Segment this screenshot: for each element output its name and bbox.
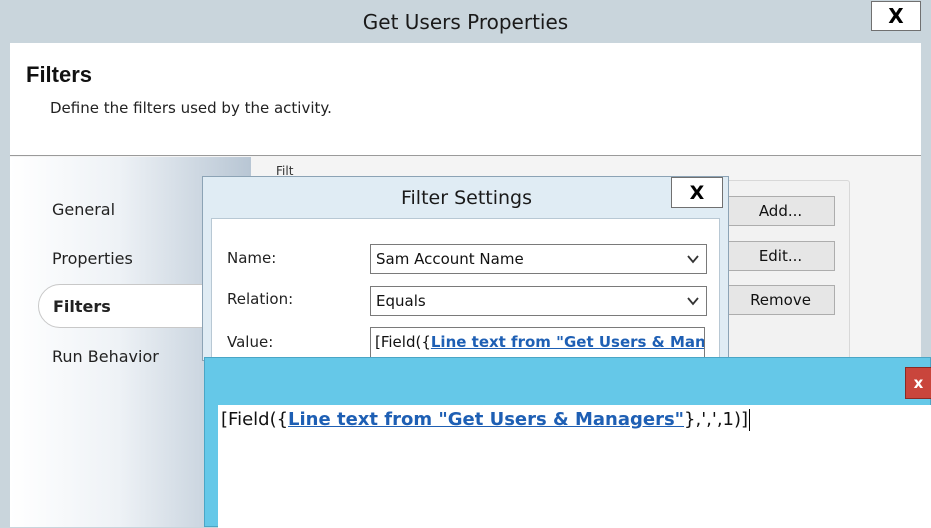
filter-settings-close-button[interactable]: X <box>671 177 723 208</box>
value-field-link[interactable]: Line text from "Get Users & Man <box>431 333 704 351</box>
main-window-title: Get Users Properties <box>362 10 569 34</box>
sidebar-item-general[interactable]: General <box>52 200 115 219</box>
main-window-close-button[interactable]: X <box>871 1 921 31</box>
relation-dropdown-value: Equals <box>376 292 426 310</box>
expression-editor-close-button[interactable]: x <box>905 367 931 399</box>
value-field-prefix: [Field({ <box>375 333 431 351</box>
main-window-titlebar: Get Users Properties X <box>0 0 931 43</box>
value-label: Value: <box>227 333 274 351</box>
value-field[interactable]: [Field({Line text from "Get Users & Man <box>370 327 705 357</box>
relation-dropdown[interactable]: Equals <box>370 286 707 316</box>
expression-field-link[interactable]: Line text from "Get Users & Managers" <box>288 409 684 430</box>
chevron-down-icon <box>687 297 699 306</box>
page-title: Filters <box>26 62 93 87</box>
page-header: Filters Define the filters used by the a… <box>10 43 921 156</box>
sidebar-item-run-behavior[interactable]: Run Behavior <box>52 347 159 366</box>
name-label: Name: <box>227 249 277 267</box>
expression-editor-window: x [Field({Line text from "Get Users & Ma… <box>204 357 931 528</box>
remove-button[interactable]: Remove <box>726 285 835 315</box>
expression-prefix: [Field({ <box>221 409 289 430</box>
chevron-down-icon <box>687 255 699 264</box>
text-caret <box>749 409 751 431</box>
expression-editor-textarea[interactable]: [Field({Line text from "Get Users & Mana… <box>218 405 931 528</box>
sidebar-item-properties[interactable]: Properties <box>52 249 133 268</box>
relation-label: Relation: <box>227 290 294 308</box>
filter-settings-title: Filter Settings <box>400 187 533 209</box>
name-dropdown[interactable]: Sam Account Name <box>370 244 707 274</box>
page-subtitle: Define the filters used by the activity. <box>50 99 332 117</box>
name-dropdown-value: Sam Account Name <box>376 250 524 268</box>
expression-suffix: },',',1)] <box>684 409 749 430</box>
edit-button[interactable]: Edit... <box>726 241 835 271</box>
add-button[interactable]: Add... <box>726 196 835 226</box>
